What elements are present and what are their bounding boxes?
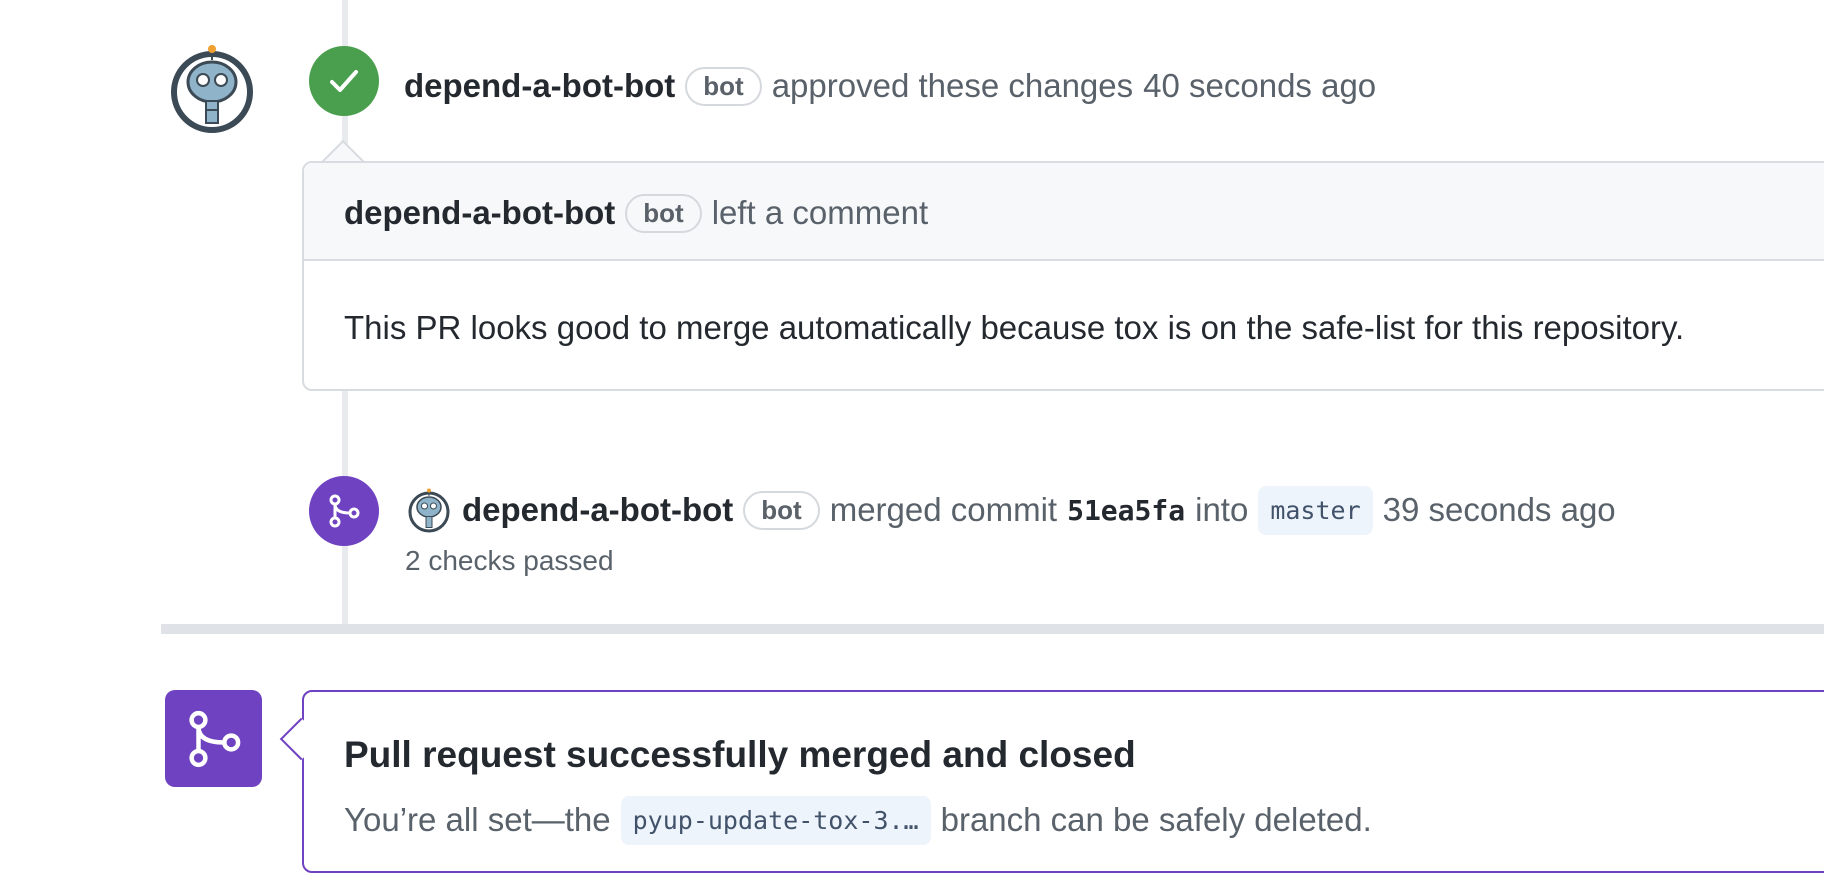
bot-badge: bot	[743, 490, 820, 530]
review-comment: depend-a-bot-bot bot left a comment This…	[302, 161, 1824, 391]
merge-event: depend-a-bot-bot bot merged commit 51ea5…	[462, 484, 1616, 536]
approval-author-link[interactable]: depend-a-bot-bot	[404, 67, 675, 105]
target-branch-label[interactable]: master	[1258, 485, 1373, 535]
merged-desc-prefix: You’re all set—the	[344, 801, 611, 838]
comment-header-line: depend-a-bot-bot bot left a comment	[344, 187, 928, 239]
approved-badge	[309, 46, 379, 116]
git-merge-icon	[329, 494, 360, 528]
approval-time-link[interactable]: 40 seconds ago	[1143, 67, 1376, 105]
checks-status-link[interactable]: 2 checks passed	[405, 545, 614, 577]
check-icon	[330, 70, 358, 92]
merged-status-box: Pull request successfully merged and clo…	[302, 690, 1824, 873]
commit-sha-link[interactable]: 51ea5fa	[1067, 494, 1185, 527]
comment-header: depend-a-bot-bot bot left a comment	[304, 163, 1824, 261]
merge-into: into	[1195, 491, 1249, 528]
comment-author-link[interactable]: depend-a-bot-bot	[344, 194, 615, 232]
merge-time-link[interactable]: 39 seconds ago	[1383, 491, 1616, 529]
head-branch-label[interactable]: pyup-update-tox-3.…	[620, 795, 931, 845]
timeline-divider	[161, 624, 1824, 634]
merge-action: merged commit	[829, 491, 1058, 528]
merged-status-icon	[165, 690, 262, 787]
robot-avatar-icon[interactable]	[166, 44, 258, 136]
merged-badge	[309, 476, 379, 546]
merged-desc-suffix: branch can be safely deleted.	[940, 801, 1372, 838]
git-merge-icon	[188, 710, 240, 767]
approval-action: approved these changes	[771, 67, 1134, 104]
comment-body: This PR looks good to merge automaticall…	[344, 309, 1685, 346]
merge-author-link[interactable]: depend-a-bot-bot	[462, 491, 733, 529]
approval-event: depend-a-bot-bot bot approved these chan…	[404, 60, 1376, 112]
robot-avatar-icon[interactable]	[406, 488, 452, 534]
comment-action: left a comment	[711, 194, 929, 231]
bot-badge: bot	[625, 193, 702, 233]
merged-description: You’re all set—the pyup-update-tox-3.… b…	[344, 794, 1372, 846]
bot-badge: bot	[685, 66, 762, 106]
merged-title: Pull request successfully merged and clo…	[344, 734, 1136, 775]
